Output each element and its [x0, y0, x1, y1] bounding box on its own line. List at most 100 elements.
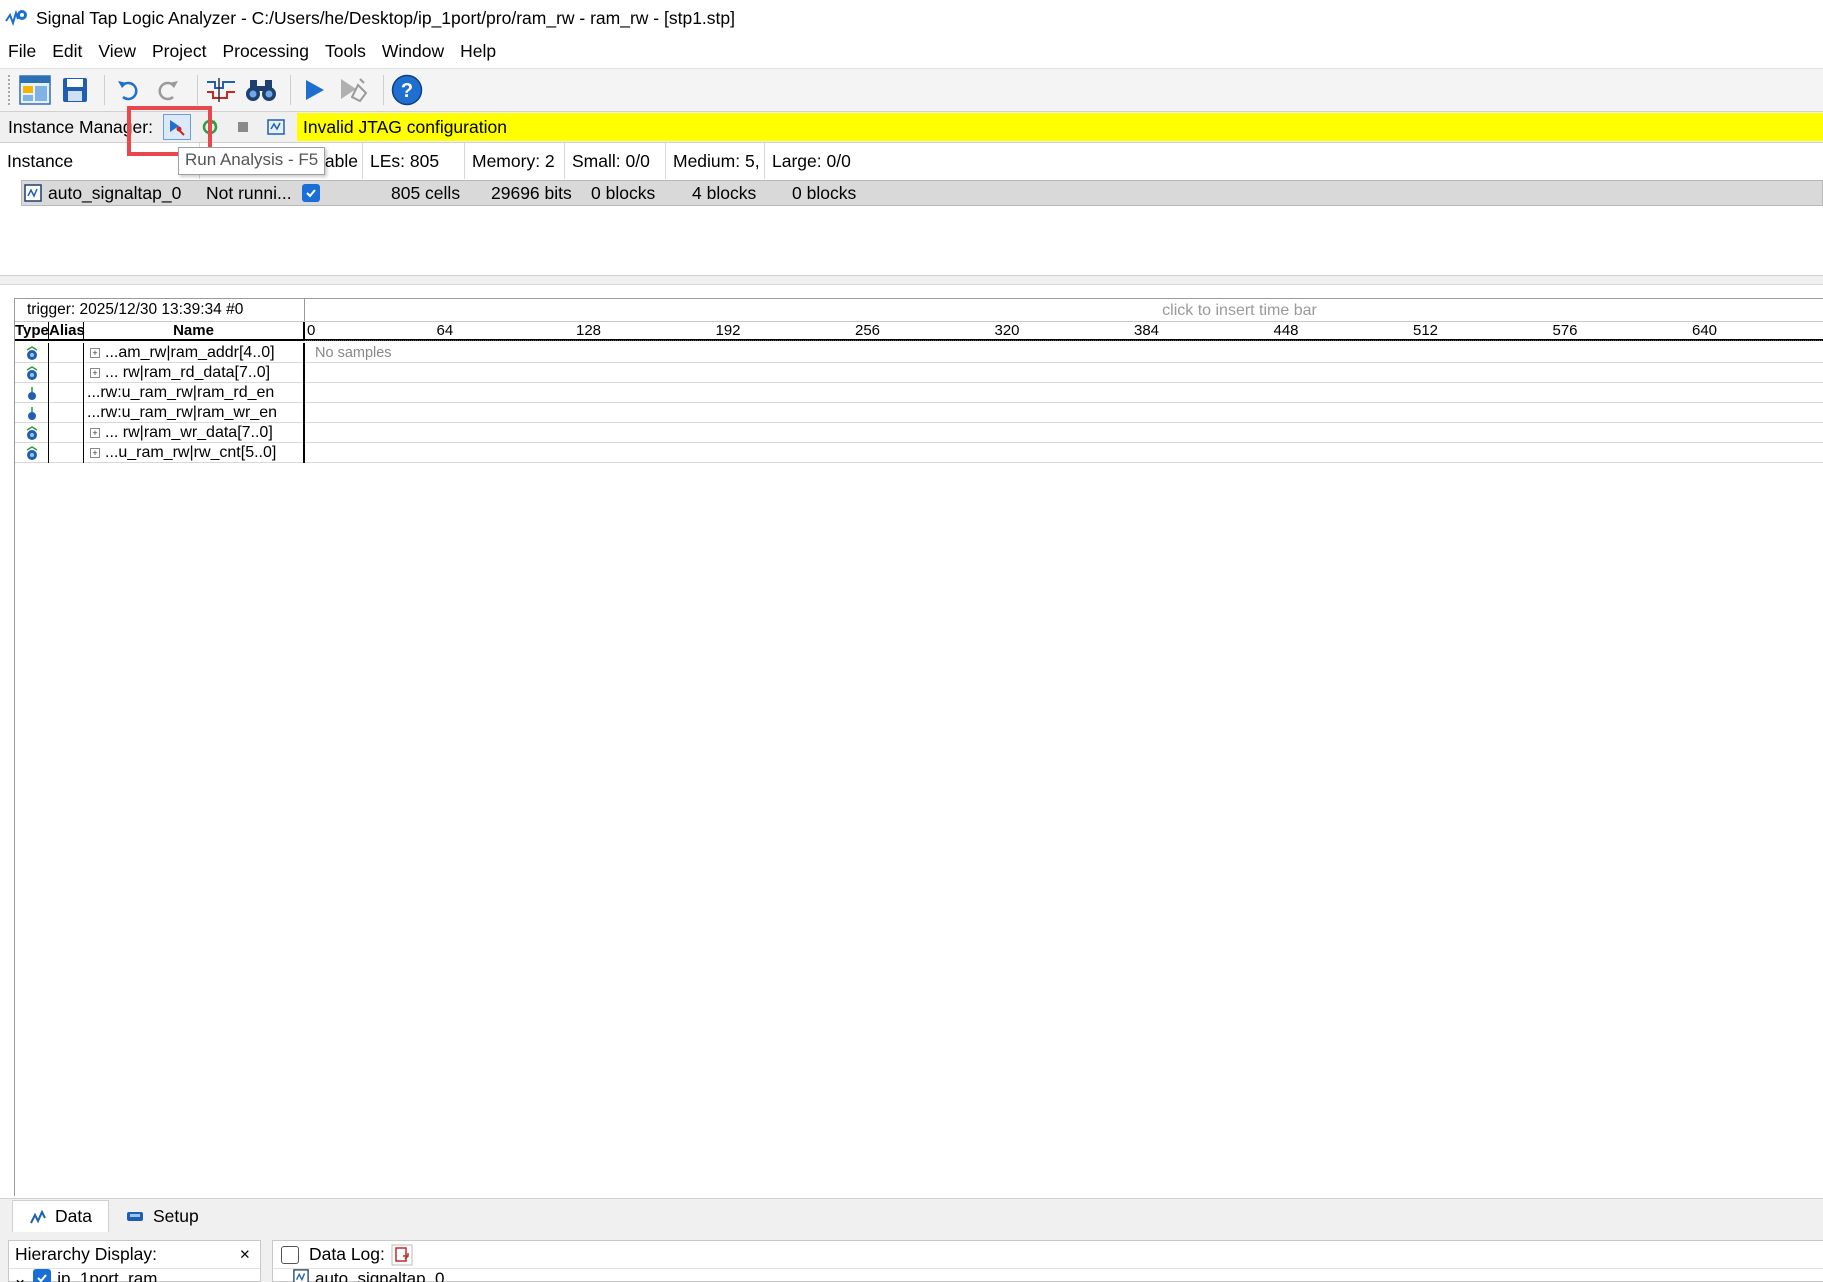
- ruler-tick: 320: [994, 322, 1020, 339]
- signal-alias-cell[interactable]: [49, 423, 84, 443]
- col-small[interactable]: Small: 0/0: [565, 143, 666, 179]
- signal-alias-cell[interactable]: [49, 363, 84, 383]
- signal-alias-cell[interactable]: [49, 383, 84, 403]
- binoculars-icon: [246, 80, 276, 101]
- hierarchy-checkbox[interactable]: [33, 1269, 52, 1282]
- hierarchy-item[interactable]: ⌄ ip_1port_ram: [9, 1269, 260, 1282]
- col-instance[interactable]: Instance: [0, 143, 200, 179]
- signal-row[interactable]: + ...u_ram_rw|rw_cnt[5..0]: [15, 443, 1823, 463]
- main-toolbar: ?: [0, 68, 1823, 112]
- redo-button[interactable]: [151, 73, 185, 107]
- signal-name-cell[interactable]: + ...am_rw|ram_addr[4..0]: [84, 343, 305, 363]
- compile-icon: [341, 78, 368, 103]
- col-les[interactable]: LEs: 805: [363, 143, 465, 179]
- col-type[interactable]: Type: [15, 322, 49, 339]
- compile-button[interactable]: [337, 73, 371, 107]
- signal-alias-cell[interactable]: [49, 443, 84, 463]
- menu-edit[interactable]: Edit: [52, 41, 82, 62]
- instance-small: 0 blocks: [591, 182, 656, 203]
- expand-icon[interactable]: +: [90, 428, 100, 438]
- toolbar-separator: [290, 75, 291, 105]
- instance-enable[interactable]: [302, 183, 387, 204]
- signal-name: ...am_rw|ram_addr[4..0]: [105, 344, 275, 361]
- find-button[interactable]: [244, 73, 278, 107]
- signal-waveform[interactable]: No samples: [305, 343, 1823, 362]
- node-finder-icon: [207, 78, 235, 102]
- menu-processing[interactable]: Processing: [222, 41, 309, 62]
- expand-icon[interactable]: +: [90, 368, 100, 378]
- signal-name: ... rw|ram_rd_data[7..0]: [105, 364, 271, 381]
- instance-manager-button[interactable]: [18, 73, 52, 107]
- col-alias[interactable]: Alias: [49, 322, 85, 339]
- signal-waveform[interactable]: [305, 403, 1823, 422]
- signal-waveform[interactable]: [305, 423, 1823, 442]
- signal-waveform[interactable]: [305, 383, 1823, 402]
- run-analysis-small-button[interactable]: [163, 114, 191, 140]
- col-large[interactable]: Large: 0/0: [765, 143, 865, 179]
- node-finder-button[interactable]: [204, 73, 238, 107]
- bus-signal-icon: [26, 446, 37, 460]
- save-button[interactable]: [58, 73, 92, 107]
- signal-row[interactable]: + ... rw|ram_wr_data[7..0]: [15, 423, 1823, 443]
- signal-row[interactable]: + ... rw|ram_rd_data[7..0]: [15, 363, 1823, 383]
- data-log-icon[interactable]: [391, 1244, 413, 1266]
- signal-alias-cell[interactable]: [49, 403, 84, 423]
- instance-row[interactable]: auto_signaltap_0 Not runni... 805 cells …: [21, 180, 1823, 206]
- instance-manager-bar: Instance Manager: Invalid JTAG configura…: [0, 112, 1823, 143]
- instance-name: auto_signaltap_0: [48, 182, 182, 203]
- signal-name-cell[interactable]: + ...u_ram_rw|rw_cnt[5..0]: [84, 443, 305, 463]
- expand-icon[interactable]: +: [90, 348, 100, 358]
- tab-setup[interactable]: Setup: [109, 1200, 215, 1232]
- bottom-tab-bar: Data Setup: [0, 1198, 1823, 1232]
- menu-view[interactable]: View: [98, 41, 136, 62]
- col-medium[interactable]: Medium: 5,: [666, 143, 765, 179]
- instance-large: 0 blocks: [792, 182, 857, 203]
- data-tab-icon: [30, 1209, 46, 1223]
- read-data-button[interactable]: [262, 114, 290, 140]
- hierarchy-close-button[interactable]: ×: [240, 1244, 250, 1265]
- waveform-panel: trigger: 2025/12/30 13:39:34 #0 click to…: [14, 298, 1823, 1196]
- help-button[interactable]: ?: [390, 73, 424, 107]
- run-analysis-button[interactable]: [297, 73, 331, 107]
- hierarchy-title: Hierarchy Display:: [15, 1244, 157, 1264]
- expand-icon[interactable]: +: [90, 448, 100, 458]
- ruler-tick: 0: [307, 322, 316, 339]
- signal-name-cell[interactable]: + ... rw|ram_rd_data[7..0]: [84, 363, 305, 383]
- data-log-item[interactable]: auto_signaltap_0: [273, 1269, 1823, 1282]
- signal-row[interactable]: ...rw:u_ram_rw|ram_wr_en: [15, 403, 1823, 423]
- enable-checkbox[interactable]: [302, 183, 320, 202]
- bus-signal-icon: [26, 366, 37, 380]
- toolbar-grip[interactable]: [8, 75, 12, 105]
- signal-type-cell: [15, 423, 49, 443]
- signal-name-cell[interactable]: + ... rw|ram_wr_data[7..0]: [84, 423, 305, 443]
- menu-project[interactable]: Project: [152, 41, 206, 62]
- data-log-checkbox[interactable]: [281, 1245, 299, 1264]
- signal-row[interactable]: + ...am_rw|ram_addr[4..0] No samples: [15, 343, 1823, 363]
- ruler-tick: 128: [576, 322, 602, 339]
- menu-file[interactable]: File: [8, 41, 36, 62]
- trigger-info: trigger: 2025/12/30 13:39:34 #0: [15, 299, 305, 321]
- signal-row[interactable]: ...rw:u_ram_rw|ram_rd_en: [15, 383, 1823, 403]
- tab-setup-label: Setup: [152, 1205, 199, 1226]
- checkmark-icon: [306, 188, 316, 197]
- time-ruler[interactable]: 0 64 128 192 256 320 384 448 512 576 640: [305, 322, 1823, 341]
- menu-help[interactable]: Help: [460, 41, 496, 62]
- menu-tools[interactable]: Tools: [325, 41, 366, 62]
- signal-alias-cell[interactable]: [49, 343, 84, 363]
- undo-button[interactable]: [111, 73, 145, 107]
- signal-name-cell[interactable]: ...rw:u_ram_rw|ram_wr_en: [84, 403, 305, 423]
- signal-waveform[interactable]: [305, 363, 1823, 382]
- col-memory[interactable]: Memory: 2: [465, 143, 565, 179]
- pane-splitter[interactable]: [0, 276, 1823, 285]
- autorun-analysis-button[interactable]: [196, 114, 224, 140]
- tab-data[interactable]: Data: [12, 1200, 109, 1232]
- signal-type-cell: [15, 343, 49, 363]
- insert-time-bar-hint[interactable]: click to insert time bar: [305, 299, 1823, 321]
- chevron-down-icon[interactable]: ⌄: [13, 1269, 27, 1282]
- col-name[interactable]: Name: [84, 322, 305, 339]
- signal-name-cell[interactable]: ...rw:u_ram_rw|ram_rd_en: [84, 383, 305, 403]
- signal-waveform[interactable]: [305, 443, 1823, 462]
- stop-analysis-button[interactable]: [229, 114, 257, 140]
- node-signal-icon: [27, 407, 36, 420]
- menu-window[interactable]: Window: [382, 41, 444, 62]
